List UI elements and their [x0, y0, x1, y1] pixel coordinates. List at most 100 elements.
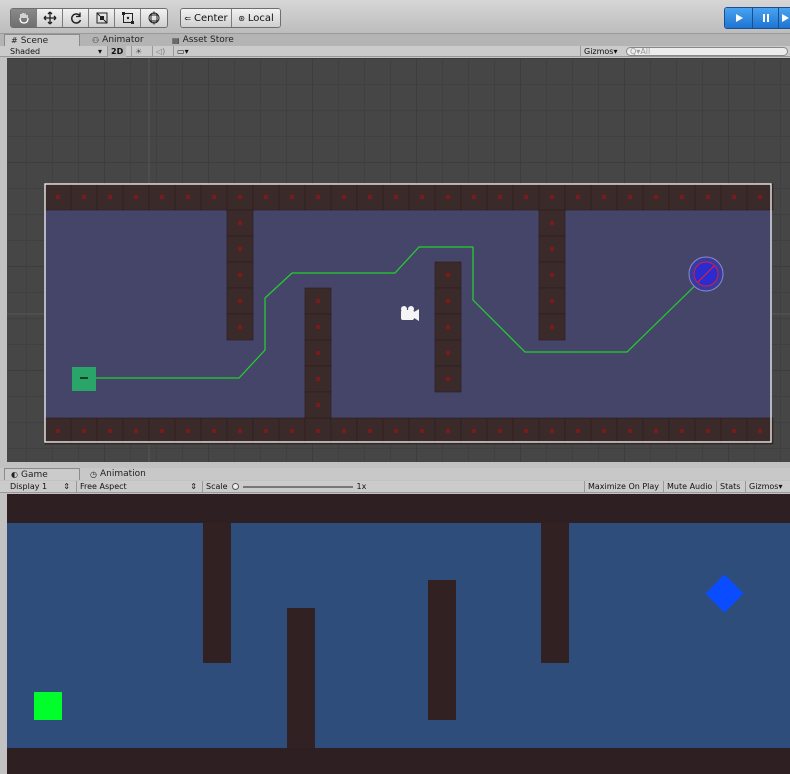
display-dropdown[interactable]: Display 1 ⇕	[7, 481, 73, 492]
scale-slider[interactable]: Scale 1x	[202, 481, 372, 492]
tab-animator[interactable]: ⚇ Animator	[86, 34, 150, 46]
scene-effects-dropdown[interactable]: ▭ ▾	[173, 46, 203, 57]
hand-tool-icon[interactable]	[11, 9, 37, 27]
wall-tile-marker	[316, 299, 320, 303]
tab-game-label: Game	[20, 469, 48, 480]
transform-tool-icon[interactable]	[141, 9, 167, 27]
gizmos-dropdown-arrow-icon: ▾	[613, 47, 618, 56]
stats-label: Stats	[720, 482, 741, 491]
wall-tile-marker	[290, 429, 294, 433]
shading-mode-label: Shaded	[10, 47, 41, 56]
wall-tile-marker	[602, 195, 606, 199]
scene-audio-toggle[interactable]: ◁)	[152, 46, 168, 57]
wall-tile-marker	[732, 195, 736, 199]
game-options-bar: Display 1 ⇕ Free Aspect ⇕ Scale 1x Maxim…	[0, 481, 790, 493]
display-label: Display 1	[10, 482, 48, 491]
game-gizmos-dropdown[interactable]: Gizmos ▾	[745, 481, 790, 492]
pivot-icon: ⇐	[184, 13, 192, 23]
pivot-local-button[interactable]: ⊛ Local	[232, 9, 280, 27]
scale-tool-icon[interactable]	[89, 9, 115, 27]
search-placeholder: All	[640, 47, 651, 56]
dropdown-arrow-icon: ▾	[97, 47, 102, 56]
wall-tile-marker	[316, 429, 320, 433]
goal-marker[interactable]	[688, 256, 724, 292]
pivot-label: Center	[194, 12, 228, 24]
tab-animation-label: Animation	[99, 469, 146, 479]
wall-tile-marker	[446, 429, 450, 433]
start-marker[interactable]	[72, 367, 96, 391]
wall-tile-marker	[238, 429, 242, 433]
wall-tile-marker	[576, 195, 580, 199]
aspect-dropdown[interactable]: Free Aspect ⇕	[76, 481, 200, 492]
wall-tile-marker	[186, 195, 190, 199]
wall-tile-marker	[706, 195, 710, 199]
scale-value: 1x	[356, 482, 367, 491]
tab-scene[interactable]: # Scene	[4, 34, 80, 46]
step-button[interactable]	[779, 8, 790, 28]
maximize-on-play-label: Maximize On Play	[588, 482, 660, 491]
mode-2d-toggle[interactable]: 2D	[107, 46, 127, 57]
wall-tile-marker	[82, 195, 86, 199]
aspect-dropdown-arrow-icon: ⇕	[190, 482, 197, 491]
wall-tile-marker	[368, 429, 372, 433]
wall-tile-marker	[186, 429, 190, 433]
game-wall	[428, 580, 456, 720]
wall-tile-marker	[628, 429, 632, 433]
wall-tile-marker	[238, 195, 242, 199]
game-gizmos-label: Gizmos	[749, 482, 779, 491]
game-tab-bar: ◐ Game ◷ Animation	[0, 468, 790, 480]
speaker-icon: ◁)	[156, 47, 166, 56]
wall-tile-marker	[316, 377, 320, 381]
sun-icon: ☀	[135, 47, 143, 56]
scale-label: Scale	[206, 482, 228, 491]
pivot-center-button[interactable]: ⇐ Center	[181, 9, 232, 27]
wall-tile-marker	[758, 195, 762, 199]
tab-asset-store[interactable]: ▤ Asset Store	[166, 34, 240, 46]
tab-animator-label: Animator	[102, 35, 144, 45]
wall-tile-marker	[550, 247, 554, 251]
wall-tile-marker	[550, 429, 554, 433]
pivot-toggle-group: ⇐ Center ⊛ Local	[180, 8, 281, 28]
scene-lighting-toggle[interactable]: ☀	[131, 46, 145, 57]
stats-toggle[interactable]: Stats	[716, 481, 743, 492]
pause-icon	[762, 14, 769, 22]
step-icon	[782, 14, 789, 22]
scale-slider-track[interactable]	[242, 485, 353, 488]
wall-tile-marker	[446, 377, 450, 381]
gizmos-dropdown[interactable]: Gizmos ▾	[580, 46, 620, 57]
game-gizmos-arrow-icon: ▾	[778, 482, 783, 491]
scene-tab-icon: #	[11, 36, 18, 45]
scale-slider-handle[interactable]	[231, 483, 239, 490]
game-view[interactable]	[7, 494, 790, 774]
wall-tile-marker	[134, 195, 138, 199]
wall-tile-marker	[264, 429, 268, 433]
wall-tile-marker	[316, 351, 320, 355]
shading-mode-dropdown[interactable]: Shaded ▾	[7, 46, 105, 57]
wall-tile-marker	[446, 325, 450, 329]
tab-game[interactable]: ◐ Game	[4, 468, 80, 480]
hierarchy-search-input[interactable]: Q▾ All	[626, 47, 788, 56]
tab-animation[interactable]: ◷ Animation	[84, 468, 152, 480]
maximize-on-play-toggle[interactable]: Maximize On Play	[584, 481, 662, 492]
space-label: Local	[247, 12, 274, 24]
wall-tile-marker	[56, 429, 60, 433]
move-tool-icon[interactable]	[37, 9, 63, 27]
wall-tile-marker	[576, 429, 580, 433]
wall-tile-marker	[420, 429, 424, 433]
wall-tile-marker	[342, 195, 346, 199]
mute-audio-toggle[interactable]: Mute Audio	[663, 481, 715, 492]
play-button[interactable]	[725, 8, 753, 28]
pause-button[interactable]	[753, 8, 779, 28]
wall-tile-marker	[56, 195, 60, 199]
image-icon: ▭	[177, 47, 185, 56]
scene-view[interactable]	[7, 58, 790, 462]
rotate-tool-icon[interactable]	[63, 9, 89, 27]
rect-tool-icon[interactable]	[115, 9, 141, 27]
wall-tile-marker	[524, 429, 528, 433]
wall-tile-marker	[238, 221, 242, 225]
wall-tile-marker	[238, 247, 242, 251]
wall-tile-marker	[342, 429, 346, 433]
game-wall	[203, 523, 231, 663]
mute-audio-label: Mute Audio	[667, 482, 713, 491]
animation-clock-icon: ◷	[90, 469, 97, 479]
